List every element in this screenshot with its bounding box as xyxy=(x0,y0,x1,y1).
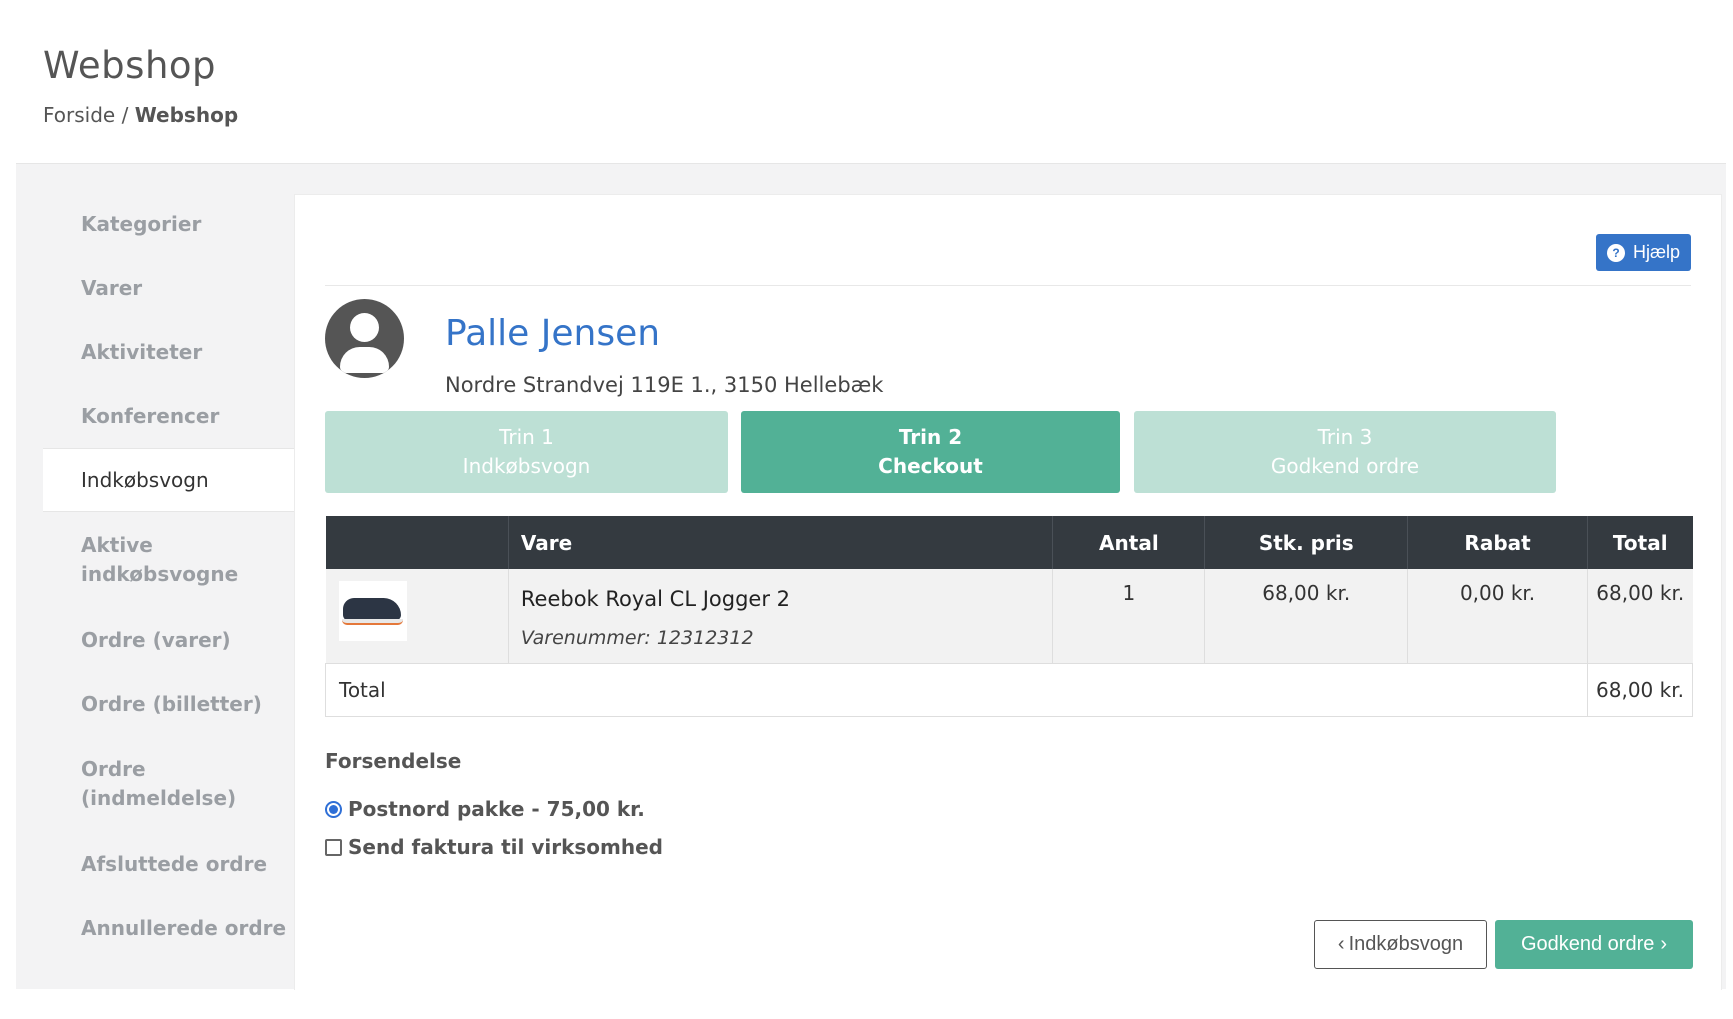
col-header-stk-pris: Stk. pris xyxy=(1204,516,1409,569)
sidebar-item-label-line2: indkøbsvogne xyxy=(81,562,239,586)
col-header-image xyxy=(325,516,509,569)
checkout-panel: ? Hjælp Palle Jensen Nordre Strandvej 11… xyxy=(294,194,1722,990)
shoe-icon xyxy=(342,598,401,620)
divider xyxy=(325,285,1691,286)
shipping-option-label: Postnord pakke - 75,00 kr. xyxy=(348,797,645,821)
customer-name[interactable]: Palle Jensen xyxy=(445,313,660,354)
breadcrumb-current: Webshop xyxy=(134,103,239,127)
product-info-cell: Reebok Royal CL Jogger 2 Varenummer: 123… xyxy=(508,569,1054,664)
help-button[interactable]: ? Hjælp xyxy=(1595,234,1691,271)
approve-order-button[interactable]: Godkend ordre › xyxy=(1495,920,1693,969)
user-avatar-icon xyxy=(325,299,404,378)
step-2-label: Checkout xyxy=(878,454,983,478)
step-1-label: Indkøbsvogn xyxy=(462,454,591,478)
sidebar-item-varer[interactable]: Varer xyxy=(16,256,294,320)
sidebar-item-aktive-indkobsvogne[interactable]: Aktive indkøbsvogne xyxy=(16,512,294,608)
table-header-row: Vare Antal Stk. pris Rabat Total xyxy=(325,516,1693,569)
page-title: Webshop xyxy=(43,44,217,87)
invoice-option-label: Send faktura til virksomhed xyxy=(348,835,663,859)
sidebar-item-afsluttede-ordre[interactable]: Afsluttede ordre xyxy=(16,832,294,896)
sidebar-item-aktiviteter[interactable]: Aktiviteter xyxy=(16,320,294,384)
product-quantity: 1 xyxy=(1052,569,1206,664)
chevron-right-icon: › xyxy=(1660,933,1668,955)
main-shell: Kategorier Varer Aktiviteter Konferencer… xyxy=(16,163,1726,990)
shipping-option-postnord[interactable]: Postnord pakke - 75,00 kr. xyxy=(325,797,645,821)
sidebar-item-ordre-billetter[interactable]: Ordre (billetter) xyxy=(16,672,294,736)
invoice-company-option[interactable]: Send faktura til virksomhed xyxy=(325,835,663,859)
product-unit-price: 68,00 kr. xyxy=(1204,569,1409,664)
page-header: Webshop Forside / Webshop xyxy=(43,44,238,127)
sidebar: Kategorier Varer Aktiviteter Konferencer… xyxy=(16,192,294,1000)
product-total: 68,00 kr. xyxy=(1587,569,1693,664)
customer-address: Nordre Strandvej 119E 1., 3150 Hellebæk xyxy=(445,373,884,397)
step-2[interactable]: Trin 2 Checkout xyxy=(741,411,1120,493)
back-button-label: Indkøbsvogn xyxy=(1348,933,1464,955)
sidebar-item-indkobsvogn[interactable]: Indkøbsvogn xyxy=(43,448,294,512)
product-image-cell xyxy=(325,569,509,664)
question-circle-icon: ? xyxy=(1606,243,1625,262)
shipping-title: Forsendelse xyxy=(325,749,462,773)
product-thumbnail[interactable] xyxy=(338,581,407,641)
step-3-number: Trin 3 xyxy=(1317,425,1373,449)
cart-table: Vare Antal Stk. pris Rabat Total Reebok … xyxy=(325,516,1693,717)
step-1[interactable]: Trin 1 Indkøbsvogn xyxy=(325,411,728,493)
sidebar-item-annullerede-ordre[interactable]: Annullerede ordre xyxy=(16,896,294,960)
product-name[interactable]: Reebok Royal CL Jogger 2 xyxy=(521,587,1053,611)
total-value: 68,00 kr. xyxy=(1587,663,1693,717)
sidebar-item-kategorier[interactable]: Kategorier xyxy=(16,192,294,256)
breadcrumb-home[interactable]: Forside xyxy=(43,103,115,127)
sidebar-item-truncated[interactable] xyxy=(16,960,294,1000)
product-discount: 0,00 kr. xyxy=(1407,569,1588,664)
breadcrumb-separator: / xyxy=(121,103,129,127)
step-3[interactable]: Trin 3 Godkend ordre xyxy=(1134,411,1556,493)
breadcrumb: Forside / Webshop xyxy=(43,103,238,127)
step-2-number: Trin 2 xyxy=(898,425,963,449)
sidebar-item-konferencer[interactable]: Konferencer xyxy=(16,384,294,448)
col-header-antal: Antal xyxy=(1052,516,1206,569)
product-sku: Varenummer: 12312312 xyxy=(520,627,754,649)
shipping-radio[interactable] xyxy=(325,800,342,818)
col-header-vare: Vare xyxy=(508,516,1054,569)
sidebar-item-label-line2: (indmeldelse) xyxy=(81,786,237,810)
sidebar-item-label-line1: Ordre xyxy=(81,757,146,781)
table-row: Reebok Royal CL Jogger 2 Varenummer: 123… xyxy=(325,569,1693,664)
approve-button-label: Godkend ordre xyxy=(1520,933,1655,955)
total-row: Total 68,00 kr. xyxy=(325,663,1693,717)
back-to-cart-button[interactable]: ‹ Indkøbsvogn xyxy=(1314,920,1487,969)
step-3-label: Godkend ordre xyxy=(1270,454,1420,478)
invoice-checkbox[interactable] xyxy=(325,838,342,856)
sidebar-item-label-line1: Aktive xyxy=(81,533,153,557)
chevron-left-icon: ‹ xyxy=(1337,933,1345,955)
sidebar-item-ordre-varer[interactable]: Ordre (varer) xyxy=(16,608,294,672)
help-button-label: Hjælp xyxy=(1632,242,1680,262)
total-label: Total xyxy=(325,663,1588,717)
col-header-total: Total xyxy=(1587,516,1693,569)
checkout-steps: Trin 1 Indkøbsvogn Trin 2 Checkout Trin … xyxy=(325,411,1693,493)
col-header-rabat: Rabat xyxy=(1407,516,1588,569)
step-1-number: Trin 1 xyxy=(499,425,554,449)
sidebar-item-ordre-indmeldelse[interactable]: Ordre (indmeldelse) xyxy=(16,736,294,832)
